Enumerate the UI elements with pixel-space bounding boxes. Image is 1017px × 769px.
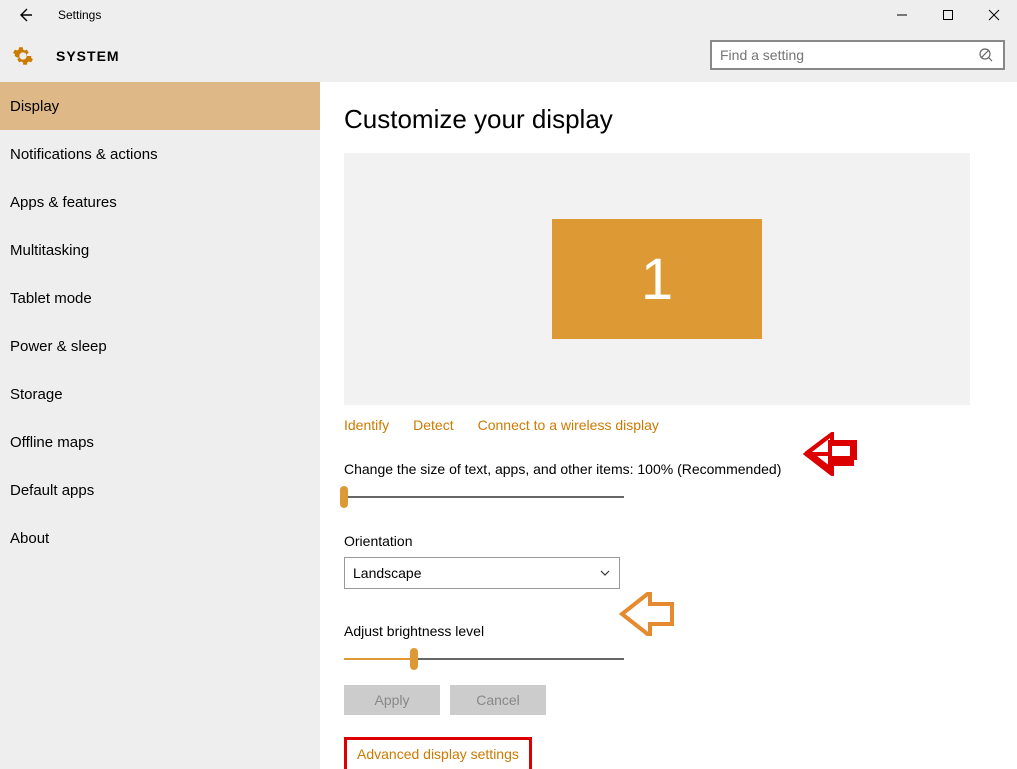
minimize-button[interactable] (879, 0, 925, 30)
sidebar-item-storage[interactable]: Storage (0, 370, 320, 418)
scale-label: Change the size of text, apps, and other… (344, 461, 1017, 477)
sidebar: DisplayNotifications & actionsApps & fea… (0, 82, 320, 769)
app-title: Settings (58, 8, 101, 22)
detect-link[interactable]: Detect (413, 417, 453, 433)
back-button[interactable] (10, 0, 40, 30)
sidebar-item-offline-maps[interactable]: Offline maps (0, 418, 320, 466)
monitor-number: 1 (641, 246, 673, 313)
scale-slider[interactable] (344, 489, 624, 505)
slider-thumb[interactable] (410, 648, 418, 670)
orientation-value: Landscape (353, 565, 599, 581)
sidebar-item-power-sleep[interactable]: Power & sleep (0, 322, 320, 370)
brightness-slider[interactable] (344, 651, 624, 667)
sidebar-item-apps-features[interactable]: Apps & features (0, 178, 320, 226)
search-box[interactable] (710, 40, 1005, 70)
brightness-label: Adjust brightness level (344, 623, 1017, 639)
advanced-link-highlight: Advanced display settings (344, 737, 532, 769)
title-bar: Settings (0, 0, 1017, 30)
sidebar-item-default-apps[interactable]: Default apps (0, 466, 320, 514)
advanced-display-settings-link[interactable]: Advanced display settings (357, 746, 519, 762)
search-icon (977, 47, 995, 63)
orientation-select[interactable]: Landscape (344, 557, 620, 589)
orientation-label: Orientation (344, 533, 1017, 549)
search-input[interactable] (720, 47, 977, 63)
chevron-down-icon (599, 567, 611, 579)
monitor-preview[interactable]: 1 (344, 153, 970, 405)
monitor-1[interactable]: 1 (552, 219, 762, 339)
close-icon (988, 9, 1000, 21)
sidebar-item-notifications-actions[interactable]: Notifications & actions (0, 130, 320, 178)
page-title: Customize your display (344, 104, 1017, 135)
identify-link[interactable]: Identify (344, 417, 389, 433)
wireless-display-link[interactable]: Connect to a wireless display (478, 417, 659, 433)
slider-thumb[interactable] (340, 486, 348, 508)
header: SYSTEM (0, 30, 1017, 82)
sidebar-item-display[interactable]: Display (0, 82, 320, 130)
minimize-icon (896, 9, 908, 21)
main-content: Customize your display 1 Identify Detect… (320, 82, 1017, 769)
cancel-button[interactable]: Cancel (450, 685, 546, 715)
sidebar-item-about[interactable]: About (0, 514, 320, 562)
annotation-arrow-orange (616, 592, 680, 636)
maximize-icon (942, 9, 954, 21)
close-button[interactable] (971, 0, 1017, 30)
arrow-left-icon (17, 7, 33, 23)
annotation-arrow-red (798, 432, 858, 476)
apply-button[interactable]: Apply (344, 685, 440, 715)
maximize-button[interactable] (925, 0, 971, 30)
gear-icon (12, 45, 34, 67)
header-title: SYSTEM (56, 48, 120, 64)
sidebar-item-tablet-mode[interactable]: Tablet mode (0, 274, 320, 322)
sidebar-item-multitasking[interactable]: Multitasking (0, 226, 320, 274)
